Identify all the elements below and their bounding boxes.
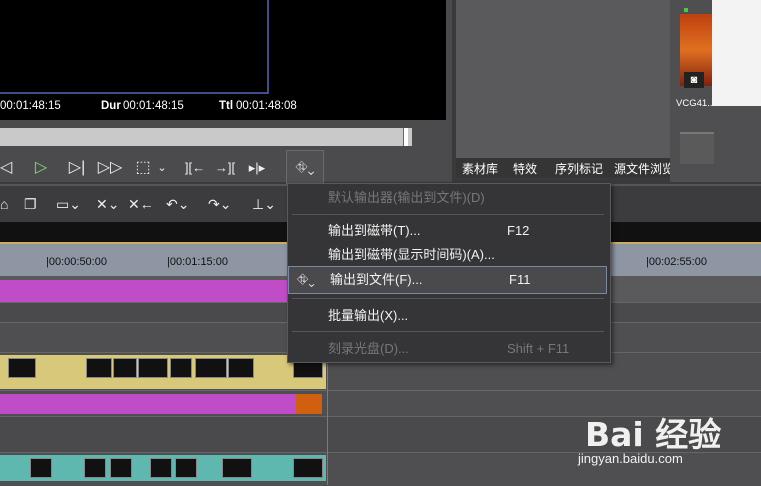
loop-icon[interactable]: ⬚ bbox=[132, 156, 154, 180]
ruler-tick: |00:01:15:00 bbox=[167, 256, 228, 268]
asset-panel bbox=[456, 0, 670, 160]
step-back-icon[interactable]: ◁ bbox=[0, 156, 12, 180]
menu-separator bbox=[292, 214, 604, 215]
export-file-icon: ⛗⌄ bbox=[297, 271, 315, 287]
chevron-down-icon[interactable]: ⌄ bbox=[156, 156, 168, 180]
set-in-icon[interactable]: ][← bbox=[182, 156, 208, 180]
status-dot bbox=[684, 8, 688, 12]
clip-frame bbox=[150, 458, 172, 478]
redo-icon[interactable]: ↷⌄ bbox=[208, 196, 231, 213]
clip-frame bbox=[113, 358, 137, 378]
marker-icon[interactable]: ⊥⌄ bbox=[252, 196, 276, 213]
clip-frame bbox=[8, 358, 36, 378]
menu-separator bbox=[292, 298, 604, 299]
baidu-watermark-url: jingyan.baidu.com bbox=[578, 451, 683, 466]
menu-item-output-to-tape[interactable]: 输出到磁带(T)... F12 bbox=[287, 219, 609, 243]
clip-label: VCG41... bbox=[676, 98, 716, 109]
camera-icon: ◙ bbox=[684, 72, 704, 88]
step-forward-icon[interactable]: ▷| bbox=[66, 156, 88, 180]
menu-separator bbox=[292, 331, 604, 332]
duration-value: 00:01:48:15 bbox=[123, 100, 184, 112]
tab-source-browser[interactable]: 源文件浏览 bbox=[614, 160, 674, 177]
tab-effects[interactable]: 特效 bbox=[513, 160, 537, 177]
clip-frame bbox=[222, 458, 252, 478]
insert-icon[interactable]: ▸|▸ bbox=[244, 156, 270, 180]
blank-area bbox=[712, 0, 761, 106]
clip-frame bbox=[175, 458, 197, 478]
total-value: 00:01:48:08 bbox=[236, 100, 297, 112]
clip-frame bbox=[195, 358, 227, 378]
clip-frame bbox=[170, 358, 192, 378]
play-icon[interactable]: ▷ bbox=[30, 156, 52, 180]
timeline-clip[interactable] bbox=[296, 394, 322, 414]
scrub-handle[interactable] bbox=[403, 128, 408, 146]
ruler-tick: |00:00:50:00 bbox=[46, 256, 107, 268]
timecode-in: 00:01:48:15 bbox=[0, 100, 61, 112]
delete-icon[interactable]: ✕⌄ bbox=[96, 196, 119, 213]
timecode-bar: 00:01:48:15 Dur 00:01:48:15 Ttl 00:01:48… bbox=[0, 98, 446, 116]
menu-item-output-to-tape-timecode[interactable]: 输出到磁带(显示时间码)(A)... bbox=[287, 243, 609, 267]
ruler-tick: |00:02:55:00 bbox=[646, 256, 707, 268]
menu-item-default-output: 默认输出器(输出到文件)(D) bbox=[328, 190, 485, 205]
cut-icon[interactable]: ⌂ bbox=[0, 196, 8, 212]
fast-forward-icon[interactable]: ▷▷ bbox=[96, 156, 124, 180]
undo-icon[interactable]: ↶⌄ bbox=[166, 196, 189, 213]
set-out-icon[interactable]: →][ bbox=[212, 156, 238, 180]
clip-frame bbox=[84, 458, 106, 478]
total-label: Ttl bbox=[219, 100, 234, 112]
timeline-clip[interactable] bbox=[0, 280, 300, 302]
preview-safe-frame bbox=[0, 0, 269, 94]
menu-item-burn-disc: 刻录光盘(D)... Shift + F11 bbox=[328, 341, 570, 356]
baidu-watermark-logo: Bai 经验 bbox=[585, 415, 722, 454]
paste-icon[interactable]: ▭⌄ bbox=[56, 196, 81, 213]
clip-frame bbox=[30, 458, 52, 478]
duration-label: Dur bbox=[101, 100, 121, 112]
clip-frame bbox=[110, 458, 132, 478]
clip-frame bbox=[86, 358, 112, 378]
ripple-delete-icon[interactable]: ✕← bbox=[128, 196, 154, 213]
scrub-bar[interactable] bbox=[0, 128, 412, 146]
menu-item-batch-output[interactable]: 批量输出(X)... bbox=[287, 304, 609, 328]
clip-frame bbox=[138, 358, 168, 378]
timeline-clip[interactable] bbox=[0, 394, 296, 414]
tab-sequence-markers[interactable]: 序列标记 bbox=[555, 160, 603, 177]
copy-icon[interactable]: ❐ bbox=[24, 196, 37, 213]
clip-thumbnail[interactable] bbox=[680, 132, 714, 164]
clip-frame bbox=[228, 358, 254, 378]
menu-item-output-to-file[interactable]: 输出到文件(F)... F11 bbox=[288, 266, 607, 294]
export-icon[interactable]: ⛗⌄ bbox=[290, 156, 320, 180]
clip-frame bbox=[293, 458, 323, 478]
tab-asset-library[interactable]: 素材库 bbox=[462, 160, 498, 177]
